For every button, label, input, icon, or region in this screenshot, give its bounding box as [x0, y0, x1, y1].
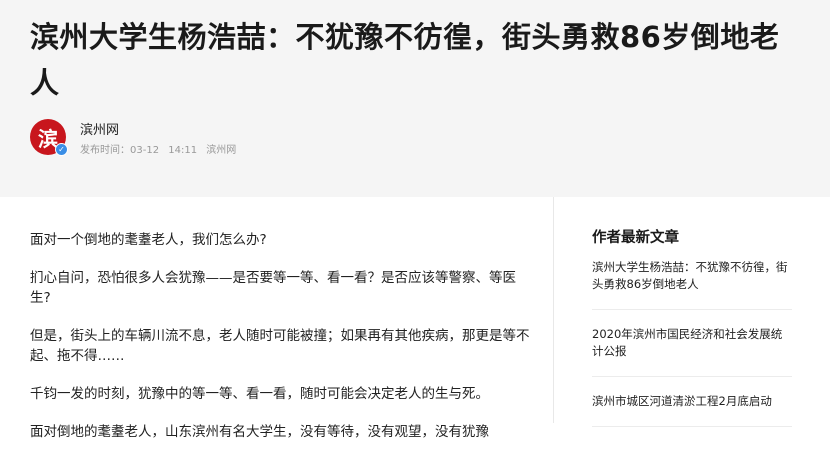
- publish-date: 03-12: [130, 145, 160, 156]
- sidebar-article-link[interactable]: 滨州市城区河道清淤工程2月底启动: [592, 393, 792, 427]
- publish-meta: 发布时间：03-12 14:11 滨州网: [80, 141, 242, 156]
- author-latest-articles: 作者最新文章 滨州大学生杨浩喆：不犹豫不彷徨，街头勇救86岁倒地老人 2020年…: [592, 226, 792, 443]
- publish-label: 发布时间：: [80, 145, 130, 156]
- sidebar-article-link[interactable]: 滨州大学生杨浩喆：不犹豫不彷徨，街头勇救86岁倒地老人: [592, 259, 792, 310]
- column-divider: [553, 197, 554, 423]
- article-paragraph: 面对一个倒地的耄耋老人，我们怎么办?: [30, 232, 267, 248]
- author-info: 滨 ✓ 滨州网 发布时间：03-12 14:11 滨州网: [30, 119, 430, 159]
- verified-badge-icon: ✓: [55, 143, 68, 156]
- article-body: 面对一个倒地的耄耋老人，我们怎么办? 扪心自问，恐怕很多人会犹豫——是否要等一等…: [30, 230, 530, 460]
- article-title: 滨州大学生杨浩喆：不犹豫不彷徨，街头勇救86岁倒地老人: [30, 20, 780, 100]
- article-paragraph: 面对倒地的耄耋老人，山东滨州有名大学生，没有等待，没有观望，没有犹豫: [30, 424, 489, 440]
- sidebar-article-link[interactable]: 2020年滨州市国民经济和社会发展统计公报: [592, 326, 792, 377]
- publish-source: 滨州网: [206, 145, 237, 156]
- article-paragraph: 扪心自问，恐怕很多人会犹豫——是否要等一等、看一看？是否应该等警察、等医生?: [30, 270, 516, 306]
- article-header: 滨州大学生杨浩喆：不犹豫不彷徨，街头勇救86岁倒地老人 滨 ✓ 滨州网 发布时间…: [0, 0, 830, 197]
- sidebar-title: 作者最新文章: [592, 230, 679, 246]
- author-name[interactable]: 滨州网: [80, 119, 119, 138]
- article-paragraph: 千钧一发的时刻，犹豫中的等一等、看一看，随时可能会决定老人的生与死。: [30, 386, 489, 402]
- publish-time: 14:11: [168, 145, 198, 156]
- article-paragraph: 但是，街头上的车辆川流不息，老人随时可能被撞；如果再有其他疾病，那更是等不起、拖…: [30, 328, 530, 364]
